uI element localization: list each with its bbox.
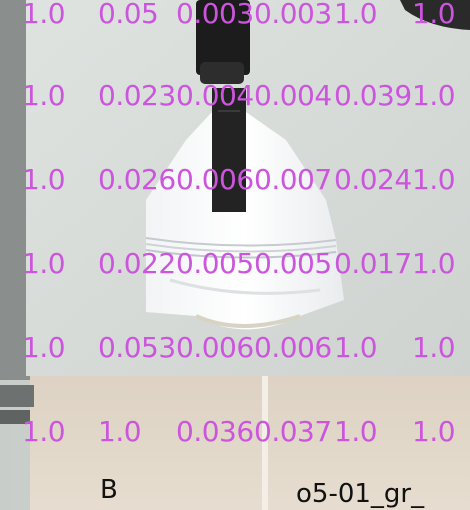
score-r4-c4: 1.0: [334, 331, 378, 364]
score-r4-c5: 1.0: [412, 331, 456, 364]
score-r3-c2: 0.005: [176, 247, 254, 280]
score-r5-c0: 1.0: [22, 415, 66, 448]
label-left: B: [100, 475, 118, 505]
score-r1-c3: 0.004: [254, 79, 332, 112]
score-r3-c4: 0.017: [334, 247, 412, 280]
score-overlay: 1.0 0.05 0.003 0.003 1.0 1.0 1.0 0.023 0…: [0, 0, 470, 510]
score-r2-c1: 0.026: [98, 163, 176, 196]
score-r0-c5: 1.0: [412, 0, 456, 30]
score-r2-c4: 0.024: [334, 163, 412, 196]
score-r3-c0: 1.0: [22, 247, 66, 280]
score-r2-c0: 1.0: [22, 163, 66, 196]
score-r0-c1: 0.05: [98, 0, 159, 30]
score-r5-c3: 0.037: [254, 415, 332, 448]
score-r3-c3: 0.005: [254, 247, 332, 280]
score-r2-c5: 1.0: [412, 163, 456, 196]
score-r4-c2: 0.006: [176, 331, 254, 364]
score-r3-c1: 0.022: [98, 247, 176, 280]
score-r2-c3: 0.007: [254, 163, 332, 196]
score-r1-c2: 0.004: [176, 79, 254, 112]
score-r1-c0: 1.0: [22, 79, 66, 112]
score-r4-c3: 0.006: [254, 331, 332, 364]
score-r4-c0: 1.0: [22, 331, 66, 364]
score-r0-c0: 1.0: [22, 0, 66, 30]
score-r5-c4: 1.0: [334, 415, 378, 448]
score-r3-c5: 1.0: [412, 247, 456, 280]
score-r5-c5: 1.0: [412, 415, 456, 448]
score-r0-c2: 0.003: [176, 0, 254, 30]
score-r2-c2: 0.006: [176, 163, 254, 196]
label-right: o5-01_gr_: [296, 479, 425, 509]
score-r1-c5: 1.0: [412, 79, 456, 112]
score-r1-c1: 0.023: [98, 79, 176, 112]
score-r5-c2: 0.036: [176, 415, 254, 448]
score-r5-c1: 1.0: [98, 415, 142, 448]
score-r1-c4: 0.039: [334, 79, 412, 112]
score-r0-c4: 1.0: [334, 0, 378, 30]
score-r4-c1: 0.053: [98, 331, 176, 364]
score-r0-c3: 0.003: [254, 0, 332, 30]
